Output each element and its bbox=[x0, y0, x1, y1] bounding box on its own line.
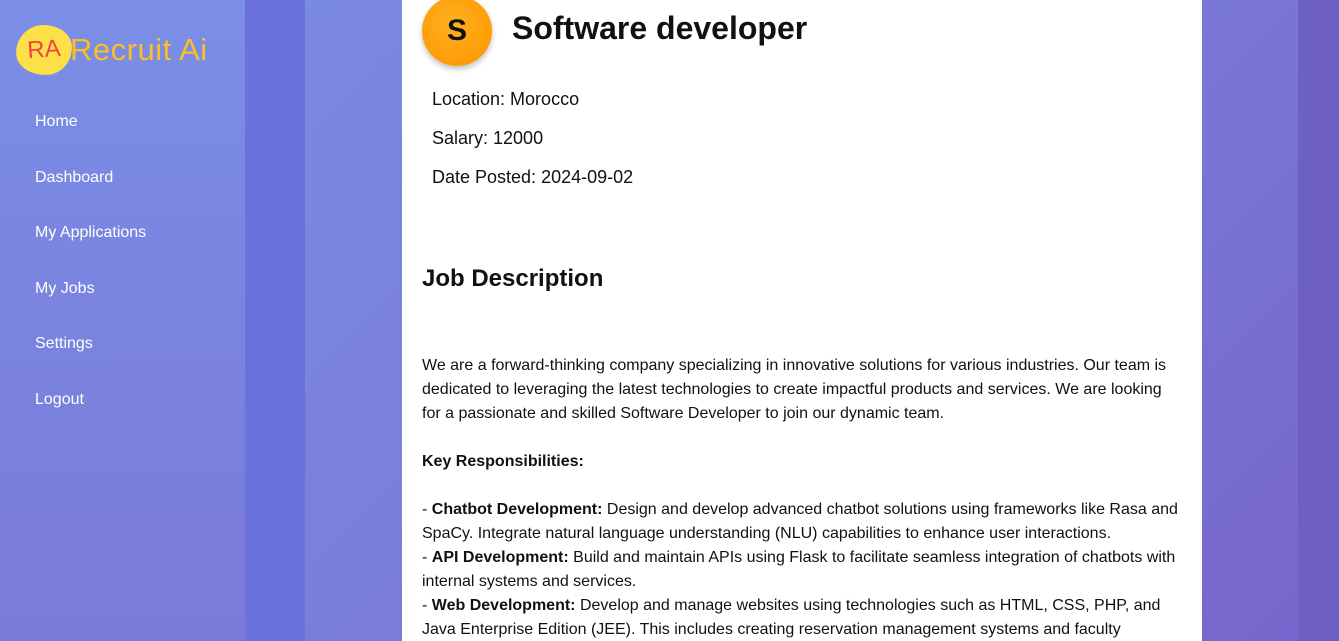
bullet-prefix: - bbox=[422, 597, 432, 614]
company-avatar: S bbox=[422, 0, 492, 66]
responsibility-title: Web Development: bbox=[431, 597, 576, 614]
background-strip-right bbox=[1298, 0, 1339, 641]
responsibilities-heading: Key Responsibilities: bbox=[422, 453, 584, 470]
job-title: Software developer bbox=[512, 10, 808, 46]
job-location: Location: Morocco bbox=[432, 89, 580, 109]
job-intro: We are a forward-thinking company specia… bbox=[422, 357, 1167, 422]
background-strip-left bbox=[245, 0, 305, 641]
logo-badge: RA bbox=[14, 23, 74, 77]
sidebar-item-my-jobs[interactable]: My Jobs bbox=[0, 261, 245, 317]
sidebar-item-my-applications[interactable]: My Applications bbox=[0, 205, 245, 261]
job-date-posted: Date Posted: 2024-09-02 bbox=[432, 167, 634, 187]
sidebar-item-settings[interactable]: Settings bbox=[0, 316, 245, 372]
sidebar-item-dashboard[interactable]: Dashboard bbox=[0, 150, 245, 206]
responsibility-item: - Chatbot Development: Design and develo… bbox=[422, 498, 1182, 546]
sidebar-item-logout[interactable]: Logout bbox=[0, 372, 245, 428]
sidebar-item-home[interactable]: Home bbox=[0, 94, 245, 150]
sidebar: RA Recruit Ai Home Dashboard My Applicat… bbox=[0, 0, 245, 641]
sidebar-nav: Home Dashboard My Applications My Jobs S… bbox=[0, 94, 245, 428]
job-detail-card: S Software developer Location: Morocco S… bbox=[402, 0, 1202, 641]
responsibility-item: - Web Development: Develop and manage we… bbox=[422, 594, 1182, 641]
logo-text: Recruit Ai bbox=[70, 32, 208, 67]
responsibility-item: - API Development: Build and maintain AP… bbox=[422, 546, 1182, 594]
job-description-heading: Job Description bbox=[422, 265, 604, 292]
bullet-prefix: - bbox=[422, 501, 432, 518]
responsibility-title: Chatbot Development: bbox=[431, 501, 603, 518]
bullet-prefix: - bbox=[422, 549, 432, 566]
app-root: RA Recruit Ai Home Dashboard My Applicat… bbox=[0, 0, 1339, 641]
responsibility-title: API Development: bbox=[431, 549, 569, 566]
logo[interactable]: RA Recruit Ai bbox=[14, 23, 208, 77]
job-description-body: We are a forward-thinking company specia… bbox=[422, 354, 1182, 641]
job-salary: Salary: 12000 bbox=[432, 128, 544, 148]
